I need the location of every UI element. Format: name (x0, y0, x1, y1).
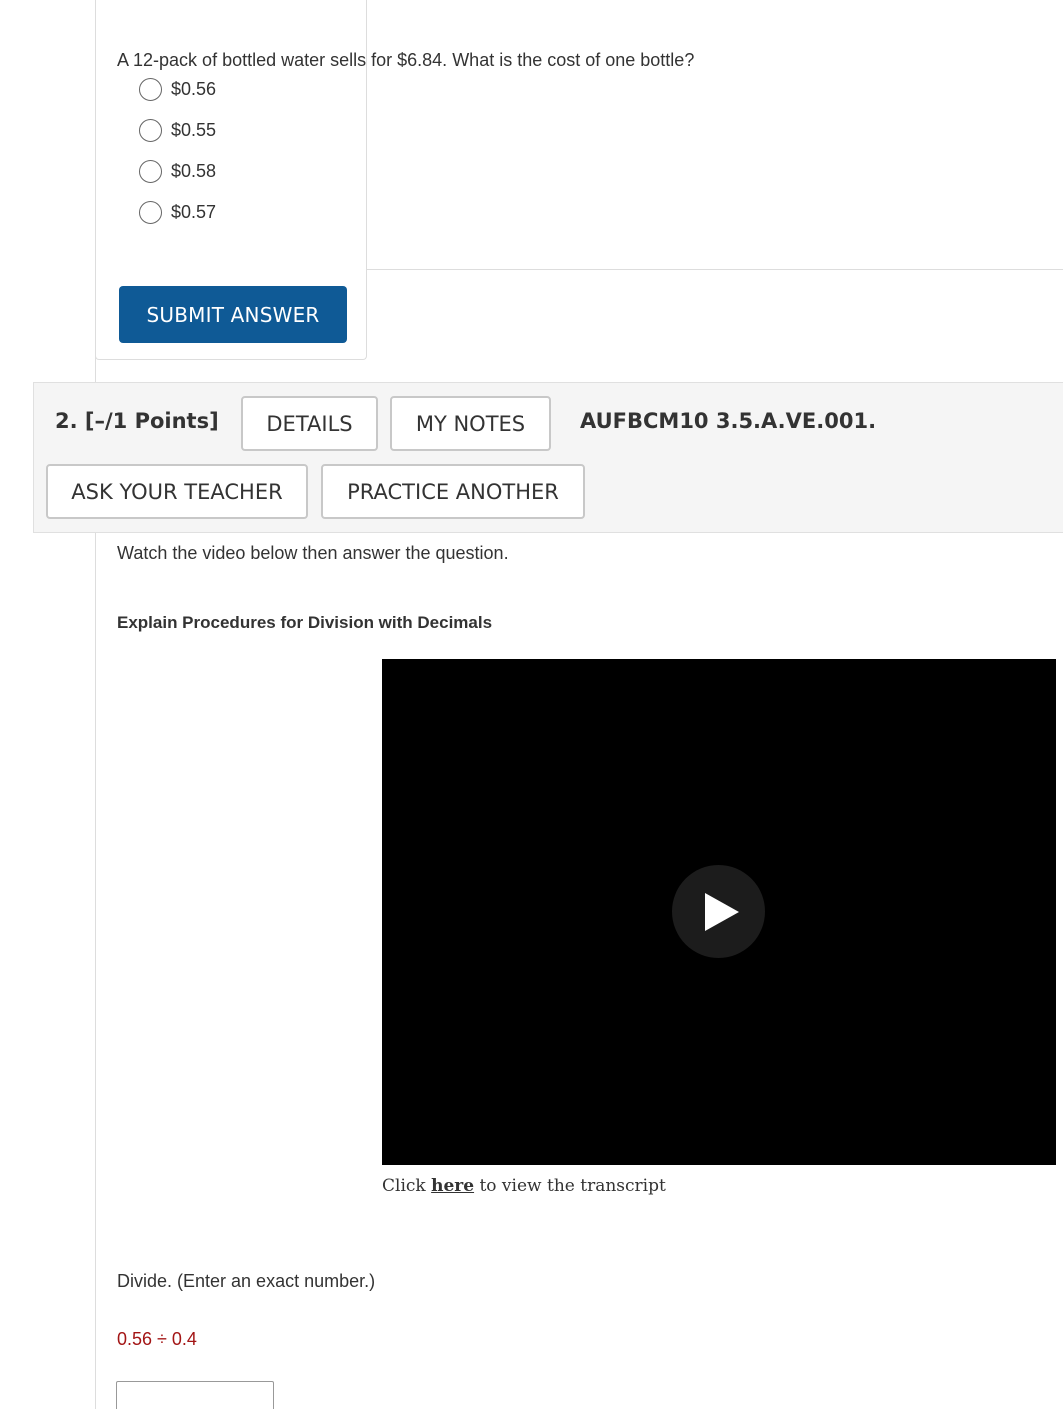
video-player[interactable] (382, 659, 1056, 1165)
play-button[interactable] (672, 865, 765, 958)
question-2-instruction: Watch the video below then answer the qu… (117, 543, 509, 563)
play-icon (704, 892, 739, 931)
transcript-link[interactable]: here (431, 1176, 474, 1196)
question-points: 2. [–/1 Points] (55, 409, 219, 433)
ask-your-teacher-button[interactable]: ASK YOUR TEACHER (46, 464, 308, 519)
answer-option-label: $0.55 (171, 119, 217, 140)
radio-button[interactable] (139, 159, 162, 183)
video-title: Explain Procedures for Division with Dec… (117, 613, 493, 632)
transcript-prefix: Click (382, 1176, 432, 1196)
answer-option[interactable]: $0.58 (139, 158, 216, 184)
submit-answer-button[interactable]: SUBMIT ANSWER (119, 286, 347, 343)
question-code: AUFBCM10 3.5.A.VE.001. (580, 409, 877, 433)
transcript-line: Click here to view the transcript (382, 1176, 666, 1196)
answer-option-label: $0.56 (171, 78, 217, 99)
answer-option[interactable]: $0.55 (139, 117, 216, 143)
transcript-suffix: to view the transcript (474, 1176, 666, 1196)
practice-another-button[interactable]: PRACTICE ANOTHER (321, 464, 585, 519)
radio-button[interactable] (139, 200, 162, 224)
radio-button[interactable] (139, 77, 162, 101)
divide-prompt: Divide. (Enter an exact number.) (117, 1271, 376, 1291)
question-1-prompt: A 12-pack of bottled water sells for $6.… (117, 50, 695, 70)
division-expression: 0.56 ÷ 0.4 (117, 1329, 197, 1349)
answer-option[interactable]: $0.56 (139, 76, 216, 102)
answer-option-label: $0.58 (171, 160, 217, 181)
details-button[interactable]: DETAILS (241, 396, 378, 451)
answer-option[interactable]: $0.57 (139, 199, 216, 225)
radio-button[interactable] (139, 118, 162, 142)
answer-option-label: $0.57 (171, 201, 217, 222)
answer-input[interactable] (116, 1381, 274, 1409)
question-1-divider (366, 269, 1063, 270)
my-notes-button[interactable]: MY NOTES (390, 396, 551, 451)
